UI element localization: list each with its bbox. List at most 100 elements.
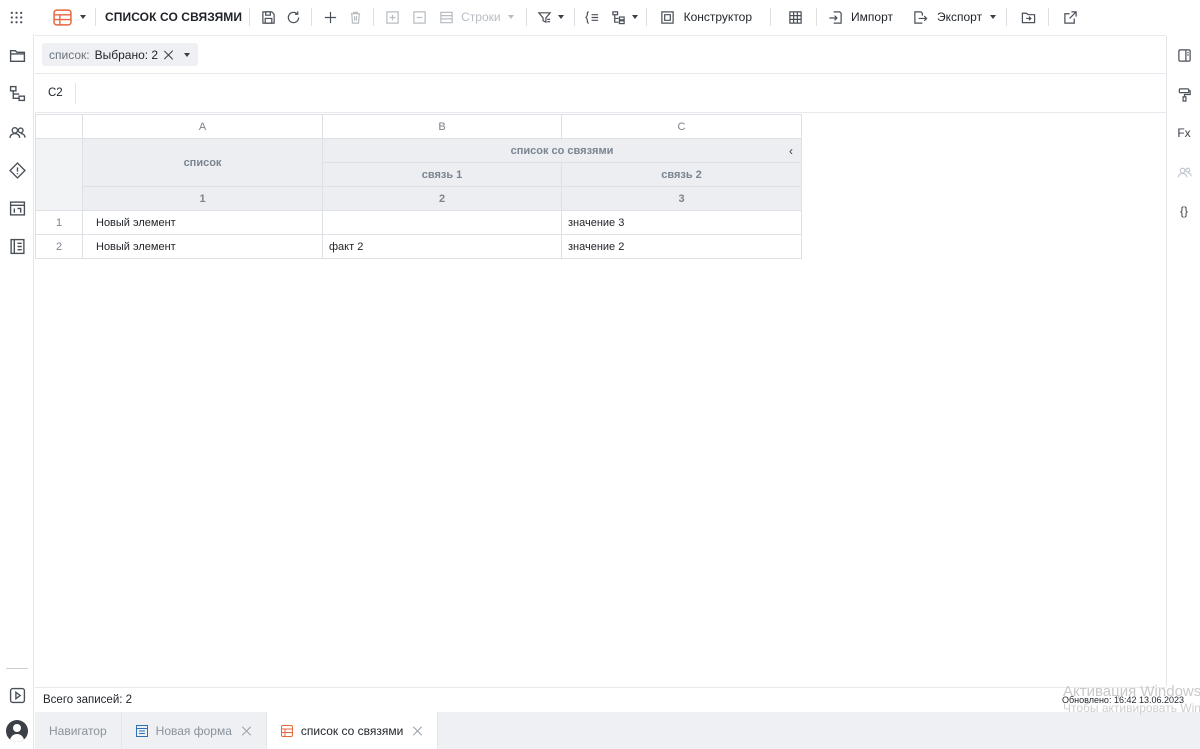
export-label: Экспорт [936, 10, 983, 24]
import-icon [824, 6, 846, 28]
cell-a1[interactable]: Новый элемент [82, 210, 323, 235]
header-row-group: список список со связями ‹ [35, 138, 802, 211]
records-count: Всего записей: 2 [43, 694, 133, 706]
filter-chip[interactable]: список: Выбрано: 2 [42, 43, 199, 66]
header-row-numbers: 1 2 3 [36, 186, 802, 211]
rows-label: Строки [461, 10, 501, 24]
row-number[interactable]: 1 [35, 210, 83, 235]
cell-c1[interactable]: значение 3 [561, 210, 802, 235]
col-number-3: 3 [561, 186, 802, 211]
chevron-left-icon[interactable]: ‹ [789, 144, 793, 158]
rows-icon [435, 6, 457, 28]
tree-icon [608, 6, 630, 28]
close-icon[interactable] [242, 726, 252, 736]
tab-list-with-links[interactable]: список со связями [266, 712, 439, 749]
plus-icon[interactable] [319, 6, 341, 28]
apps-grid-icon[interactable] [5, 6, 27, 28]
chevron-down-icon[interactable] [184, 52, 191, 57]
table-doc-icon [280, 724, 293, 737]
paint-roller-icon[interactable] [1173, 83, 1195, 105]
header-group[interactable]: список со связями ‹ [322, 138, 802, 163]
trash-icon[interactable] [344, 6, 366, 28]
code-braces-button[interactable]: {} [1173, 200, 1195, 222]
chevron-down-icon [557, 15, 564, 19]
export-icon [910, 6, 932, 28]
play-icon[interactable] [5, 683, 29, 707]
export-dropdown[interactable]: Экспорт [910, 0, 997, 34]
filter-chip-key: список: [49, 47, 90, 62]
corner-cell[interactable] [35, 114, 83, 139]
users-icon[interactable] [5, 120, 29, 144]
chevron-down-icon [507, 15, 514, 19]
close-icon[interactable] [413, 726, 423, 736]
header-link-1[interactable]: связь 1 [322, 162, 562, 187]
chevron-down-icon [990, 15, 997, 19]
folder-icon[interactable] [5, 43, 29, 67]
header-corner [35, 138, 83, 211]
tree-dropdown[interactable] [608, 0, 638, 34]
cell-b1[interactable] [322, 210, 562, 235]
last-updated: Обновлено: 16:42 13.06.2023 [1062, 695, 1185, 705]
form-icon [135, 724, 148, 737]
col-number-2: 2 [322, 186, 562, 211]
row-number[interactable]: 2 [35, 234, 83, 259]
avatar[interactable] [6, 720, 28, 742]
cell-c2[interactable]: значение 2 [561, 234, 802, 259]
table-row[interactable]: 1 Новый элемент значение 3 [35, 210, 802, 235]
tab-label: список со связями [300, 723, 404, 738]
filter-chip-value: Выбрано: 2 [94, 47, 159, 62]
constructor-label: Конструктор [683, 10, 753, 24]
cell-b2[interactable]: факт 2 [322, 234, 562, 259]
formula-button[interactable]: Fx [1173, 122, 1195, 144]
tab-navigator[interactable]: Навигатор [35, 712, 122, 749]
column-header-c[interactable]: C [561, 114, 802, 139]
insert-column-icon[interactable] [381, 6, 403, 28]
constructor-button[interactable]: Конструктор [657, 0, 752, 34]
cell-a2[interactable]: Новый элемент [82, 234, 323, 259]
rail-divider [6, 668, 28, 669]
grid-icon[interactable] [784, 6, 806, 28]
cell-reference[interactable]: C2 [48, 87, 63, 99]
bracket-list-icon[interactable] [582, 6, 604, 28]
tab-new-form[interactable]: Новая форма [122, 712, 267, 749]
book-icon[interactable] [5, 234, 29, 258]
chevron-down-icon [80, 15, 86, 19]
column-header-b[interactable]: B [322, 114, 562, 139]
import-label: Импорт [851, 10, 893, 24]
apps-menu[interactable] [5, 0, 27, 34]
filter-dropdown[interactable] [534, 0, 564, 34]
header-list[interactable]: список [82, 138, 323, 187]
close-icon[interactable] [164, 50, 174, 60]
save-icon[interactable] [257, 6, 279, 28]
rows-dropdown[interactable]: Строки [435, 0, 514, 34]
delete-column-icon[interactable] [408, 6, 430, 28]
folder-move-icon[interactable] [1017, 6, 1039, 28]
diamond-info-icon[interactable] [5, 158, 29, 182]
users-disabled-icon[interactable] [1173, 161, 1195, 183]
tab-bar: Навигатор Новая форма список со связями [35, 712, 1200, 749]
left-sidebar [0, 0, 34, 749]
filter-bar: список: Выбрано: 2 [35, 35, 1166, 74]
toolbar: СПИСОК СО СВЯЗЯМИ Строки Конструктор Имп… [0, 0, 1200, 34]
table-calendar-icon[interactable] [5, 196, 29, 220]
table-row[interactable]: 2 Новый элемент факт 2 значение 2 [35, 234, 802, 259]
hierarchy-icon[interactable] [5, 81, 29, 105]
formula-divider [75, 83, 76, 104]
filter-icon [534, 6, 556, 28]
document-type-dropdown[interactable] [51, 0, 86, 34]
tab-label: Навигатор [49, 723, 107, 738]
import-button[interactable]: Импорт [824, 0, 893, 34]
col-number-1: 1 [82, 186, 323, 211]
column-header-a[interactable]: A [82, 114, 323, 139]
panel-icon[interactable] [1173, 44, 1195, 66]
tab-label: Новая форма [155, 723, 232, 738]
spreadsheet-grid: A B C список список со связями ‹ связь 1… [35, 114, 802, 259]
chevron-down-icon [631, 15, 638, 19]
external-link-icon[interactable] [1059, 6, 1081, 28]
header-group-label: список со связями [510, 144, 614, 157]
status-bar: Всего записей: 2 [35, 687, 1166, 712]
column-letters-row: A B C [35, 114, 802, 139]
header-link-2[interactable]: связь 2 [561, 162, 802, 187]
document-title: СПИСОК СО СВЯЗЯМИ [105, 10, 243, 24]
refresh-icon[interactable] [282, 6, 304, 28]
